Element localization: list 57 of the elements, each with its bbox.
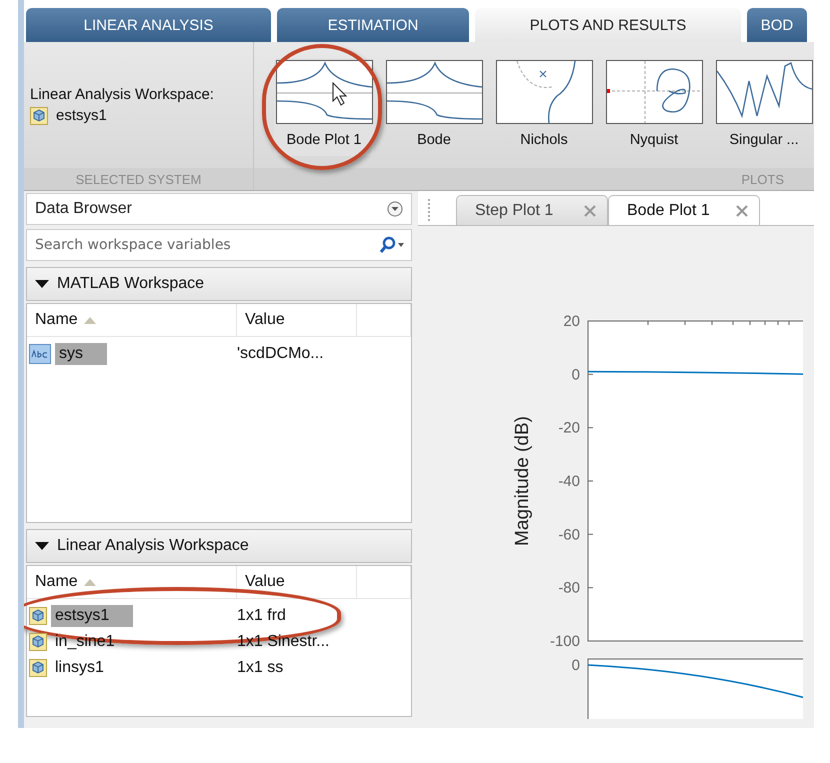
cube-icon xyxy=(30,106,48,124)
plot-gallery-item[interactable]: Nyquist xyxy=(604,58,704,156)
menu-circle-icon[interactable] xyxy=(387,201,403,217)
workspace-label: Linear Analysis Workspace: xyxy=(30,86,215,102)
collapse-triangle-icon xyxy=(35,541,49,551)
cube-icon xyxy=(29,633,47,651)
plot-gallery-item[interactable]: Bode Plot 1 xyxy=(274,58,374,156)
variable-value: 1x1 ss xyxy=(237,659,284,677)
y-tick-label: 0 xyxy=(572,366,580,384)
section-title: SELECTED SYSTEM xyxy=(24,168,253,190)
ribbon-tab[interactable]: PLOTS AND RESULTS xyxy=(475,8,741,42)
ribbon-tab[interactable]: LINEAR ANALYSIS xyxy=(26,8,271,42)
section-title: MATLAB Workspace xyxy=(57,275,204,293)
sort-ascending-icon xyxy=(84,316,96,324)
cube-icon xyxy=(29,659,47,677)
variable-name: estsys1 xyxy=(51,605,134,627)
plot-gallery-item[interactable]: Nichols xyxy=(494,58,594,156)
plot-gallery-item[interactable]: Bode xyxy=(384,58,484,156)
column-header[interactable]: Value xyxy=(237,304,357,336)
variable-name: sys xyxy=(55,343,107,365)
column-header[interactable]: Value xyxy=(237,566,357,598)
y-axis-label: Magnitude (dB) xyxy=(512,416,533,546)
variable-row[interactable]: linsys1 1x1 ss xyxy=(27,655,411,681)
section-title: Linear Analysis Workspace xyxy=(57,537,249,555)
variable-row[interactable]: estsys1 1x1 frd xyxy=(27,603,411,629)
sort-ascending-icon xyxy=(84,578,96,586)
cube-icon xyxy=(29,607,47,625)
ribbon-tab[interactable]: ESTIMATION xyxy=(277,8,469,42)
search-box[interactable]: Search workspace variables xyxy=(26,229,412,261)
section-header[interactable]: Linear Analysis Workspace xyxy=(26,529,412,563)
variable-value: 1x1 frd xyxy=(237,607,287,625)
y-tick-label: -20 xyxy=(558,420,580,437)
y-tick-label: -60 xyxy=(558,526,580,544)
column-header[interactable]: Name xyxy=(27,304,237,336)
close-icon[interactable] xyxy=(735,204,749,218)
y-tick-label: -40 xyxy=(558,473,580,490)
plot-tab[interactable]: Bode Plot 1 xyxy=(608,195,760,225)
variable-name: linsys1 xyxy=(54,658,105,678)
mouse-pointer-icon xyxy=(332,82,348,106)
text-variable-icon xyxy=(29,344,51,364)
panel-title: Data Browser xyxy=(26,193,412,225)
search-field[interactable]: Search workspace variables xyxy=(33,236,373,254)
variable-value: 'scdDCMo... xyxy=(237,345,325,363)
section-title: PLOTS xyxy=(254,168,814,190)
ribbon-tab[interactable]: BOD xyxy=(747,8,807,42)
y-tick-label: 20 xyxy=(563,313,580,330)
plot-tab[interactable]: Step Plot 1 xyxy=(456,195,608,225)
search-icon[interactable] xyxy=(379,236,405,254)
y-tick-label: 0 xyxy=(572,657,580,674)
y-tick-label: -80 xyxy=(558,580,580,597)
variable-row[interactable]: sys 'scdDCMo... xyxy=(27,341,411,367)
section-header[interactable]: MATLAB Workspace xyxy=(26,267,412,301)
y-tick-label: -100 xyxy=(550,633,580,650)
system-name: estsys1 xyxy=(56,107,107,124)
plot-gallery-item[interactable]: Singular ... xyxy=(714,58,814,156)
collapse-triangle-icon xyxy=(35,279,49,289)
column-header[interactable]: Name xyxy=(27,566,237,598)
